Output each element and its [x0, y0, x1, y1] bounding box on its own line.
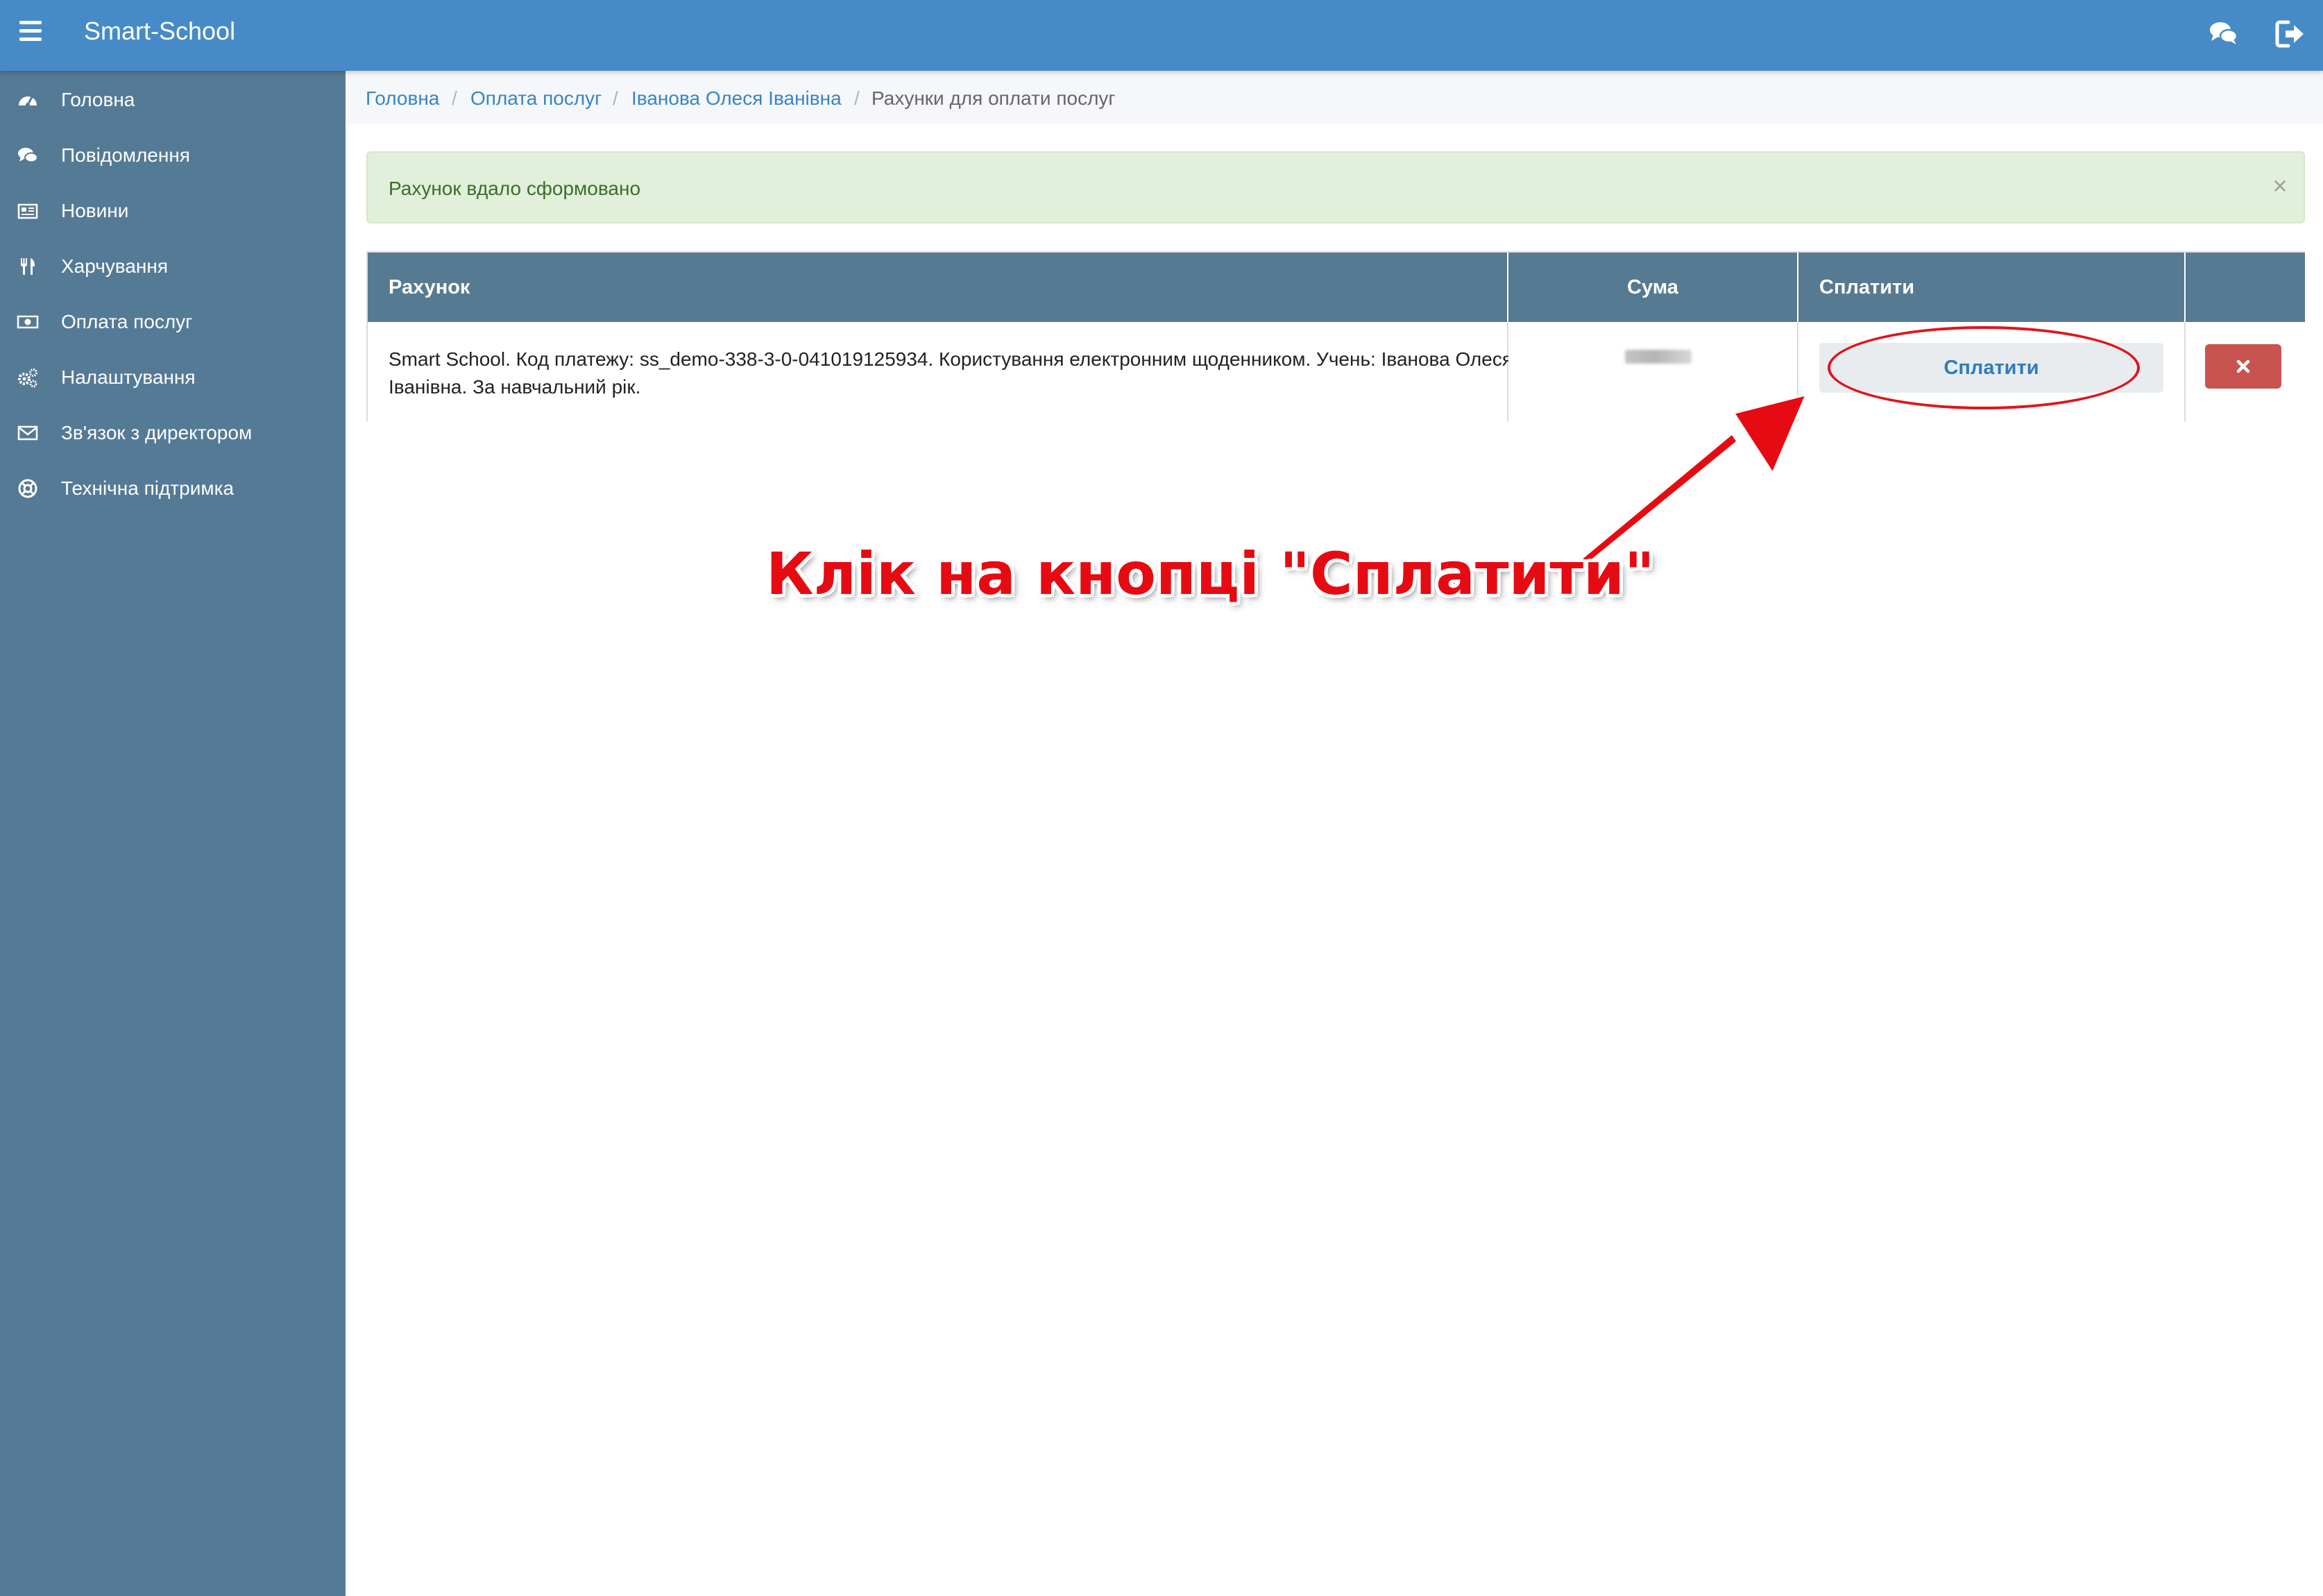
column-header-pay: Сплатити [1798, 253, 2186, 322]
breadcrumb-separator: / [452, 87, 457, 109]
amount-value-blurred [1625, 350, 1692, 364]
sidebar-item-meals[interactable]: Харчування [0, 244, 346, 289]
breadcrumb-separator: / [854, 87, 860, 109]
money-icon [17, 311, 39, 333]
dashboard-icon [17, 89, 39, 111]
sidebar-item-settings[interactable]: Налаштування [0, 355, 346, 400]
column-header-actions [2186, 253, 2305, 322]
breadcrumb-student-link[interactable]: Іванова Олеся Іванівна [631, 87, 842, 110]
pay-button-highlight-ellipse [1828, 326, 2140, 409]
sidebar-item-contact-director[interactable]: Зв'язок з директором [0, 411, 346, 455]
sign-out-icon[interactable] [2274, 18, 2306, 50]
sidebar-item-messages[interactable]: Повідомлення [0, 133, 346, 178]
times-icon [2236, 359, 2250, 373]
annotation-callout-text: Клік на кнопці "Сплатити" [766, 540, 1655, 608]
comments-icon[interactable] [2208, 18, 2240, 50]
newspaper-icon [17, 200, 39, 222]
sidebar-item-label: Оплата послуг [61, 311, 193, 332]
sidebar-item-home[interactable]: Головна [0, 78, 346, 122]
column-header-amount: Сума [1508, 253, 1798, 322]
sidebar: Головна Повідомлення Новини Харчування О… [0, 71, 346, 1596]
sidebar-item-label: Зв'язок з директором [61, 422, 253, 443]
cutlery-icon [17, 255, 39, 278]
envelope-icon [17, 422, 39, 444]
sidebar-item-payments[interactable]: Оплата послуг [0, 300, 346, 344]
comments-icon [17, 144, 39, 167]
app-title[interactable]: Smart-School [84, 17, 235, 46]
breadcrumb-current: Рахунки для оплати послуг [871, 87, 1116, 109]
breadcrumb-payments-link[interactable]: Оплата послуг [470, 87, 602, 110]
invoice-description: Smart School. Код платежу: ss_demo-338-3… [389, 348, 1513, 398]
sidebar-item-label: Повідомлення [61, 144, 190, 166]
sidebar-item-label: Налаштування [61, 366, 196, 388]
delete-invoice-button[interactable] [2205, 344, 2281, 389]
column-header-invoice: Рахунок [368, 253, 1508, 322]
close-icon[interactable]: × [2266, 171, 2294, 201]
sidebar-item-label: Технічна підтримка [61, 477, 235, 499]
life-ring-icon [17, 477, 39, 500]
annotation-arrow-icon [1564, 393, 1808, 579]
breadcrumb-separator: / [613, 87, 618, 109]
gears-icon [17, 366, 39, 389]
sidebar-item-label: Новини [61, 200, 129, 221]
table-row: Smart School. Код платежу: ss_demo-338-3… [368, 322, 1513, 422]
success-alert: Рахунок вдало сформовано × [366, 151, 2305, 223]
breadcrumb-home-link[interactable]: Головна [366, 87, 439, 110]
sidebar-item-label: Харчування [61, 255, 169, 277]
breadcrumb: Головна / Оплата послуг / Іванова Олеся … [346, 71, 2323, 124]
sidebar-item-label: Головна [61, 89, 135, 110]
sidebar-item-support[interactable]: Технічна підтримка [0, 466, 346, 511]
hamburger-menu-icon[interactable] [19, 21, 43, 44]
amount-cell [1508, 322, 1798, 422]
top-navbar: Smart-School [0, 0, 2323, 71]
actions-cell [2186, 322, 2305, 422]
sidebar-item-news[interactable]: Новини [0, 189, 346, 233]
alert-message: Рахунок вдало сформовано [389, 178, 641, 199]
